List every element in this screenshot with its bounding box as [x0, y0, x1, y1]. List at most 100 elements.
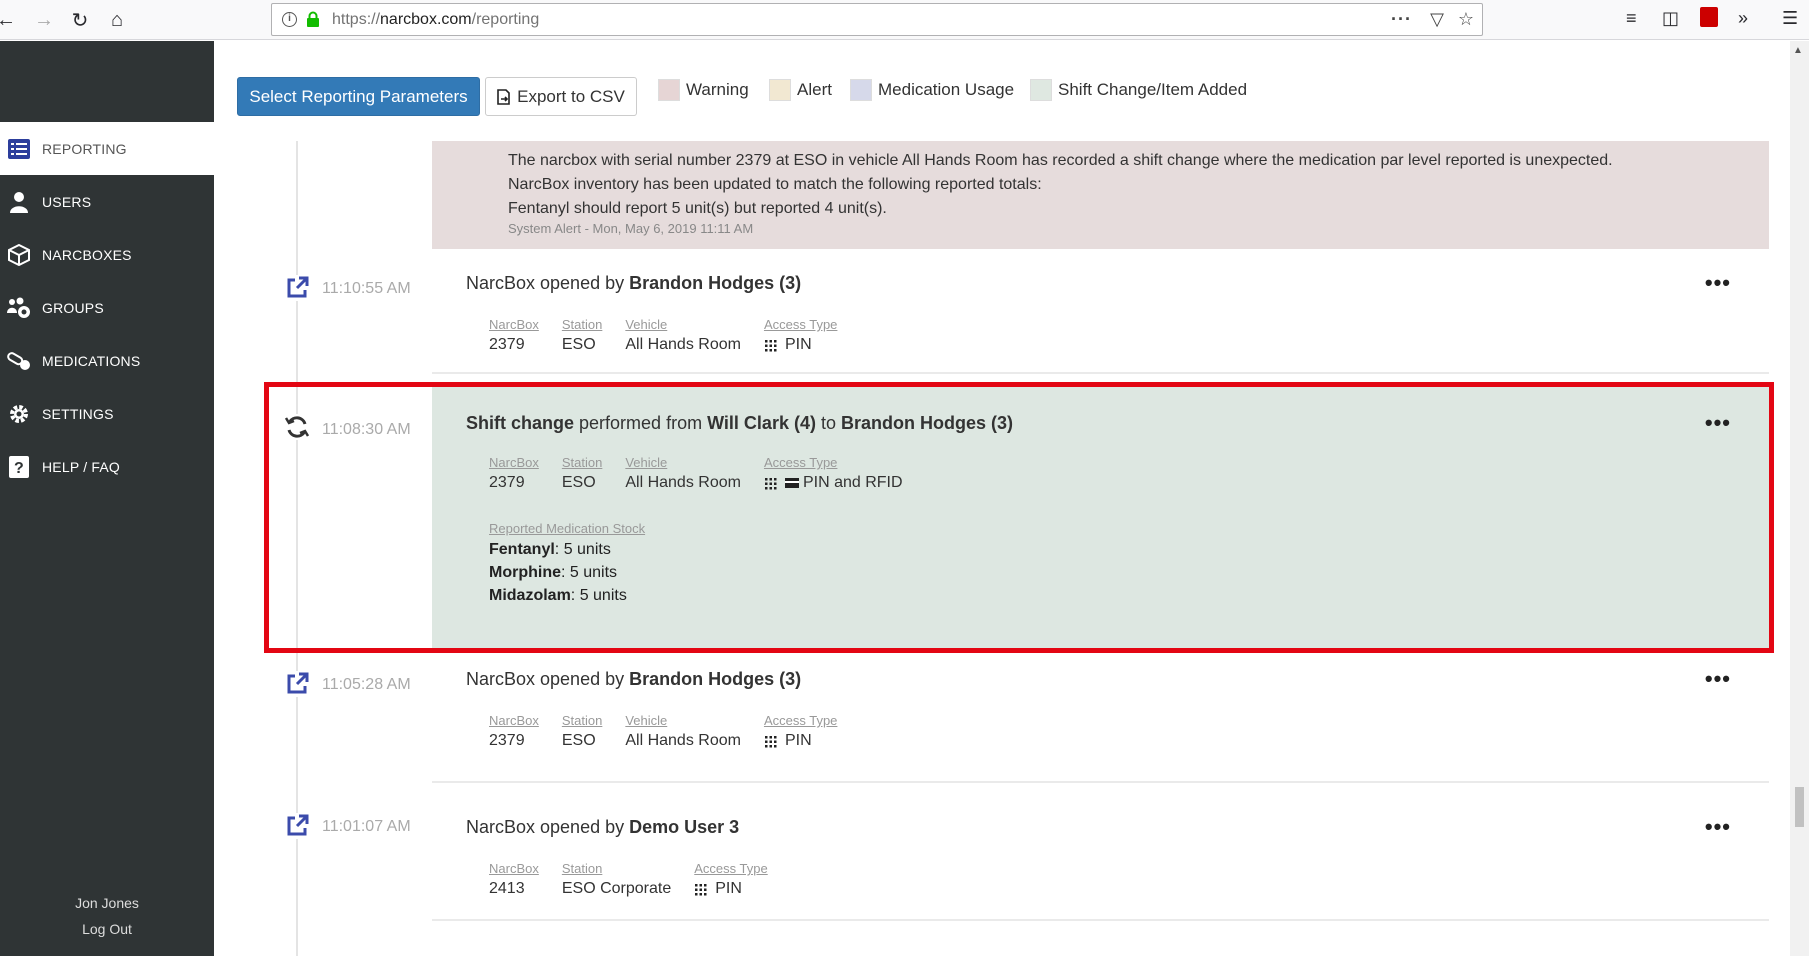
- vehicle-value: All Hands Room: [625, 732, 741, 749]
- export-csv-button[interactable]: Export to CSV: [485, 77, 637, 116]
- url-text: https://narcbox.com/reporting: [332, 11, 540, 28]
- field-label: Reported Medication Stock: [489, 521, 646, 536]
- sidebar-item-users[interactable]: USERS: [0, 175, 214, 228]
- select-reporting-parameters-button[interactable]: Select Reporting Parameters: [237, 77, 480, 116]
- alert-message-line: NarcBox inventory has been updated to ma…: [508, 176, 1042, 193]
- scroll-up-icon[interactable]: ▲: [1793, 45, 1803, 56]
- export-csv-label: Export to CSV: [517, 86, 625, 106]
- field-label: Station: [561, 455, 603, 470]
- browser-toolbar: ← → ↻ ⌂ i https://narcbox.com/reporting …: [0, 0, 1809, 40]
- station-value: ESO: [561, 732, 596, 749]
- legend-warning: Warning: [658, 79, 749, 101]
- sidebar-toggle-icon[interactable]: ◫: [1662, 8, 1679, 29]
- logout-link[interactable]: Log Out: [0, 921, 214, 937]
- timeline-entry: NarcBox opened by Demo User 3 ••• NarcBo…: [432, 787, 1769, 921]
- overflow-icon[interactable]: »: [1738, 8, 1748, 29]
- library-icon[interactable]: ≡: [1626, 8, 1637, 29]
- alert-message-line: The narcbox with serial number 2379 at E…: [508, 152, 1613, 169]
- legend-label: Warning: [686, 80, 749, 99]
- legend-alert: Alert: [769, 79, 832, 101]
- reload-icon[interactable]: ↻: [66, 6, 94, 34]
- field-label: Vehicle: [625, 455, 668, 470]
- sidebar-item-help[interactable]: ? HELP / FAQ: [0, 440, 214, 493]
- report-toolbar: Select Reporting Parameters Export to CS…: [214, 41, 1774, 141]
- sidebar-item-settings[interactable]: SETTINGS: [0, 387, 214, 440]
- user-icon: [6, 191, 32, 213]
- more-options-button[interactable]: •••: [1705, 816, 1731, 838]
- keypad-icon: [694, 882, 708, 896]
- gear-icon: [6, 403, 32, 425]
- entry-title: NarcBox opened by Demo User 3: [466, 817, 740, 837]
- entry-fields: NarcBox 2379 Station ESO Vehicle All Hands …: [489, 455, 926, 492]
- rfid-card-icon: [784, 478, 799, 488]
- field-label: NarcBox: [489, 713, 539, 728]
- menu-icon[interactable]: ☰: [1782, 8, 1798, 29]
- sidebar-item-narcboxes[interactable]: NARCBOXES: [0, 228, 214, 281]
- more-options-button[interactable]: •••: [1705, 272, 1731, 294]
- field-label: NarcBox: [489, 455, 539, 470]
- field-label: Access Type: [763, 317, 838, 332]
- alert-message-line: Fentanyl should report 5 unit(s) but rep…: [508, 200, 887, 217]
- info-icon[interactable]: i: [282, 12, 297, 27]
- more-options-button[interactable]: •••: [1705, 668, 1731, 690]
- export-file-icon: [497, 88, 510, 105]
- pdf-icon[interactable]: [1700, 7, 1718, 27]
- sidebar-item-medications[interactable]: MEDICATIONS: [0, 334, 214, 387]
- pocket-icon[interactable]: ▽: [1430, 9, 1444, 30]
- pill-icon: [6, 350, 32, 372]
- forward-icon[interactable]: →: [30, 6, 58, 34]
- field-label: Vehicle: [625, 713, 668, 728]
- timeline-entry: NarcBox opened by Brandon Hodges (3) •••…: [432, 653, 1769, 783]
- sidebar-item-reporting[interactable]: REPORTING: [0, 122, 214, 175]
- sidebar-item-label: NARCBOXES: [42, 246, 132, 263]
- main-content: Select Reporting Parameters Export to CS…: [214, 41, 1809, 956]
- entry-title: NarcBox opened by Brandon Hodges (3): [466, 669, 802, 689]
- scrollbar-thumb[interactable]: [1795, 787, 1804, 827]
- sidebar-item-label: REPORTING: [42, 140, 127, 157]
- keypad-icon: [763, 338, 777, 352]
- access-type-value: PIN and RFID: [763, 474, 903, 492]
- bookmark-star-icon[interactable]: ☆: [1458, 9, 1474, 30]
- narcbox-value: 2379: [489, 474, 525, 491]
- entry-time: 11:05:28 AM: [322, 676, 411, 693]
- page-actions-icon[interactable]: ···: [1391, 9, 1412, 30]
- alert-meta: System Alert - Mon, May 6, 2019 11:11 AM: [508, 221, 754, 236]
- sidebar-item-label: HELP / FAQ: [42, 458, 120, 475]
- stock-item: Morphine: 5 units: [489, 564, 618, 581]
- entry-time: 11:01:07 AM: [322, 818, 411, 835]
- more-options-button[interactable]: •••: [1705, 412, 1731, 434]
- entry-time: 11:10:55 AM: [322, 280, 411, 297]
- access-type-value: PIN: [763, 336, 837, 354]
- lock-icon: [307, 11, 319, 27]
- shift-change-entry: Shift change performed from Will Clark (…: [432, 387, 1769, 649]
- entry-fields: NarcBox 2379 Station ESO Vehicle All Hands …: [489, 317, 860, 354]
- narcbox-value: 2379: [489, 732, 525, 749]
- page-scrollbar[interactable]: ▲: [1790, 41, 1809, 956]
- narcbox-value: 2413: [489, 880, 525, 897]
- field-label: NarcBox: [489, 861, 539, 876]
- legend-swatch: [1030, 79, 1052, 101]
- box-icon: [6, 243, 32, 266]
- logo-area: [0, 41, 214, 122]
- list-icon: [6, 138, 32, 160]
- access-type-value: PIN: [763, 732, 837, 750]
- sidebar: REPORTING USERS NARCBOXES GROUPS MEDICAT…: [0, 41, 214, 956]
- open-external-icon: [284, 275, 310, 301]
- legend-swatch: [769, 79, 791, 101]
- timeline-entry: NarcBox opened by Brandon Hodges (3) •••…: [432, 251, 1769, 374]
- entry-fields: NarcBox 2379 Station ESO Vehicle All Hands …: [489, 713, 860, 750]
- sidebar-item-groups[interactable]: GROUPS: [0, 281, 214, 334]
- timeline-entry: [432, 925, 1769, 956]
- entry-fields: NarcBox 2413 Station ESO Corporate Access …: [489, 861, 791, 898]
- home-icon[interactable]: ⌂: [103, 6, 131, 34]
- vehicle-value: All Hands Room: [625, 336, 741, 353]
- field-label: Station: [561, 861, 603, 876]
- url-bar[interactable]: i https://narcbox.com/reporting ··· ▽ ☆: [271, 3, 1483, 36]
- station-value: ESO: [561, 336, 596, 353]
- field-label: Access Type: [763, 713, 838, 728]
- entry-title: Shift change performed from Will Clark (…: [466, 413, 1014, 433]
- help-icon: ?: [6, 455, 32, 478]
- back-icon[interactable]: ←: [0, 6, 20, 34]
- sidebar-item-label: MEDICATIONS: [42, 352, 141, 369]
- reported-medication-stock: Reported Medication Stock Fentanyl: 5 un…: [489, 521, 668, 607]
